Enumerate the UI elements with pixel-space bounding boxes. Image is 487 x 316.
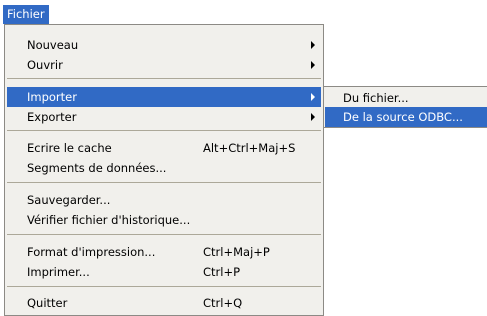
submenu-item-du-fichier[interactable]: Du fichier... — [325, 88, 487, 108]
menu-item-label: Segments de données... — [27, 161, 167, 175]
menu-item-importer[interactable]: Importer — [7, 87, 321, 107]
menu-item-label: Quitter — [27, 296, 68, 310]
menu-item-nouveau[interactable]: Nouveau — [7, 35, 321, 55]
menu-separator — [7, 130, 321, 131]
menu-separator — [7, 182, 321, 183]
menu-bar: Fichier — [0, 0, 487, 25]
fichier-dropdown-menu: Nouveau Ouvrir Importer Exporter Ecrire … — [4, 24, 324, 316]
menu-separator — [7, 78, 321, 79]
menu-item-label: Vérifier fichier d'historique... — [27, 213, 191, 227]
importer-submenu: Du fichier... De la source ODBC... — [323, 86, 487, 128]
menu-item-sauvegarder[interactable]: Sauvegarder... — [7, 190, 321, 210]
chevron-right-icon — [311, 61, 315, 69]
menu-item-label: Imprimer... — [27, 265, 90, 279]
menu-item-label: Sauvegarder... — [27, 193, 111, 207]
chevron-right-icon — [311, 93, 315, 101]
menu-item-segments[interactable]: Segments de données... — [7, 158, 321, 178]
chevron-right-icon — [311, 41, 315, 49]
menu-item-ouvrir[interactable]: Ouvrir — [7, 55, 321, 75]
menu-item-label: Format d'impression... — [27, 245, 156, 259]
menu-item-quitter[interactable]: Quitter Ctrl+Q — [7, 293, 321, 313]
menu-item-imprimer[interactable]: Imprimer... Ctrl+P — [7, 262, 321, 282]
menu-item-label: Exporter — [27, 110, 77, 124]
submenu-item-source-odbc[interactable]: De la source ODBC... — [325, 107, 487, 127]
menu-separator — [7, 286, 321, 287]
menu-item-label: Importer — [27, 90, 77, 104]
menu-item-label: Ecrire le cache — [27, 141, 112, 155]
menu-item-ecrire-cache[interactable]: Ecrire le cache Alt+Ctrl+Maj+S — [7, 138, 321, 158]
shortcut-label: Ctrl+P — [203, 265, 241, 279]
menu-item-label: Nouveau — [27, 38, 79, 52]
menu-item-label: Ouvrir — [27, 58, 63, 72]
menu-item-format-impression[interactable]: Format d'impression... Ctrl+Maj+P — [7, 242, 321, 262]
chevron-right-icon — [311, 113, 315, 121]
menu-item-verifier-historique[interactable]: Vérifier fichier d'historique... — [7, 210, 321, 230]
menu-separator — [7, 234, 321, 235]
shortcut-label: Ctrl+Q — [203, 296, 243, 310]
menu-fichier[interactable]: Fichier — [3, 5, 49, 24]
menu-item-label: De la source ODBC... — [343, 110, 463, 124]
shortcut-label: Ctrl+Maj+P — [203, 245, 270, 259]
menu-item-exporter[interactable]: Exporter — [7, 107, 321, 127]
shortcut-label: Alt+Ctrl+Maj+S — [203, 141, 296, 155]
menu-item-label: Du fichier... — [343, 91, 409, 105]
